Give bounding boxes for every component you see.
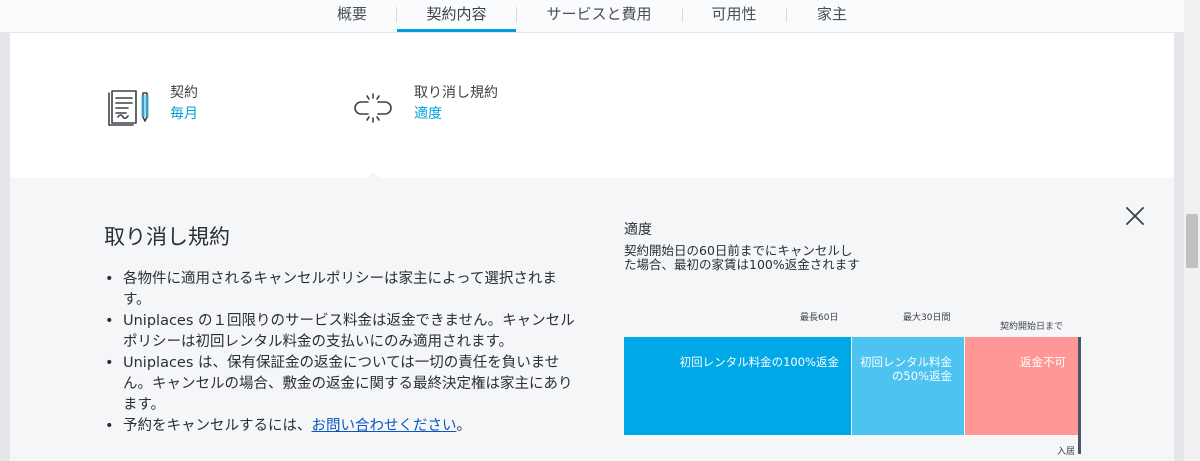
timeline-label-start-date: 契約開始日まで	[1000, 322, 1064, 332]
bullet-text: 各物件に適用されるキャンセルポリシーは家主によって選択されます。	[123, 271, 557, 308]
tab-overview[interactable]: 概要	[325, 0, 379, 32]
tab-landlord[interactable]: 家主	[804, 0, 860, 32]
tab-services-fees[interactable]: サービスと費用	[532, 0, 666, 32]
timeline-label-60-days: 最長60日	[800, 313, 839, 323]
list-item: • 各物件に適用されるキャンセルポリシーは家主によって選択されます。	[105, 271, 557, 308]
panel-title: 取り消し規約	[104, 225, 230, 249]
contract-value: 毎月	[170, 106, 198, 122]
policy-name: 適度	[624, 222, 652, 238]
list-item: • Uniplaces の１回限りのサービス料金は返金できません。キャンセルポリシ…	[105, 313, 575, 350]
cancellation-label: 取り消し規約	[414, 85, 498, 101]
list-item: • 予約をキャンセルするには、お問い合わせください。	[105, 418, 472, 434]
panel-pointer	[367, 172, 379, 178]
tab-divider	[682, 7, 683, 22]
contact-us-link[interactable]: お問い合わせください	[312, 418, 457, 434]
bullet-text: Uniplaces の１回限りのサービス料金は返金できません。キャンセルポリシー…	[123, 313, 575, 350]
tab-divider	[516, 7, 517, 22]
bullet-text-suffix: 。	[456, 418, 472, 434]
close-icon[interactable]	[1124, 205, 1146, 227]
move-in-marker	[1078, 337, 1081, 454]
section-tab-bar: 概要 契約内容 サービスと費用 可用性 家主	[0, 0, 1184, 33]
cancellation-value[interactable]: 適度	[414, 103, 442, 123]
no-refund-segment: 返金不可	[965, 337, 1078, 435]
tab-availability[interactable]: 可用性	[700, 0, 768, 32]
scrollbar-thumb[interactable]	[1186, 214, 1198, 268]
list-item: • Uniplaces は、保有保証金の返金については一切の責任を負いません。キャ…	[105, 355, 573, 413]
full-refund-segment: 初回レンタル料金の100%返金	[624, 337, 851, 435]
tab-divider	[786, 7, 787, 22]
contract-label: 契約	[170, 85, 198, 101]
timeline-label-30-days: 最大30日間	[903, 313, 951, 323]
move-in-label: 入居	[1057, 447, 1076, 457]
contract-document-icon	[108, 90, 149, 126]
policy-bullet-list: • 各物件に適用されるキャンセルポリシーは家主によって選択されます。 • Unipl…	[103, 269, 583, 437]
policy-description: 契約開始日の60日前までにキャンセルした場合、最初の家賃は100%返金されます	[624, 243, 860, 272]
half-refund-segment: 初回レンタル料金の50%返金	[852, 337, 964, 435]
bullet-text: Uniplaces は、保有保証金の返金については一切の責任を負いません。キャン…	[123, 355, 573, 413]
broken-link-icon	[354, 93, 392, 123]
bullet-text: 予約をキャンセルするには、	[123, 418, 312, 434]
tab-contract[interactable]: 契約内容	[397, 0, 516, 32]
